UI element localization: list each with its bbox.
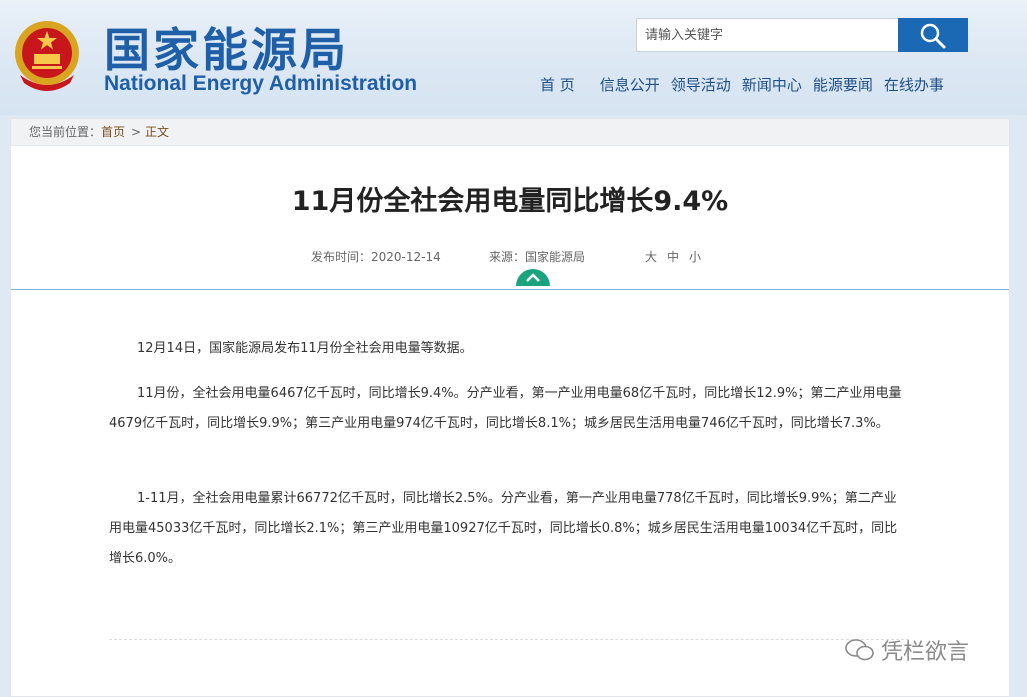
nav-energy-news[interactable]: 能源要闻 <box>813 74 873 95</box>
site-name-cn: 国家能源局 <box>104 23 349 77</box>
search-button[interactable] <box>898 18 968 52</box>
search-input[interactable] <box>636 18 908 52</box>
publish-date: 发布时间：2020-12-14 <box>311 250 441 264</box>
search-icon <box>920 23 946 49</box>
breadcrumb: 您当前位置： 首页 > 正文 <box>11 119 1009 146</box>
site-header: 国家能源局 National Energy Administration 首 页… <box>0 0 1027 115</box>
main-nav: 首 页 信息公开 领导活动 新闻中心 能源要闻 在线办事 <box>540 74 955 95</box>
article-container: 您当前位置： 首页 > 正文 11月份全社会用电量同比增长9.4% 发布时间：2… <box>10 118 1010 697</box>
article-paragraph: 12月14日，国家能源局发布11月份全社会用电量等数据。 <box>137 341 473 356</box>
nav-leadership[interactable]: 领导活动 <box>671 74 731 95</box>
font-size-small[interactable]: 小 <box>689 248 701 265</box>
breadcrumb-home[interactable]: 首页 <box>101 119 125 145</box>
search-box <box>636 18 968 52</box>
chevron-up-icon <box>526 273 540 282</box>
breadcrumb-prefix: 您当前位置： <box>29 125 102 139</box>
article-source: 来源：国家能源局 <box>489 250 586 264</box>
site-name-en: National Energy Administration <box>104 72 418 95</box>
nav-info-disclosure[interactable]: 信息公开 <box>600 74 660 95</box>
content-bottom-divider <box>109 639 909 640</box>
article-title: 11月份全社会用电量同比增长9.4% <box>291 186 729 218</box>
font-size-medium[interactable]: 中 <box>667 248 679 265</box>
watermark-text: 凭栏欲言 <box>881 640 970 665</box>
breadcrumb-current: 正文 <box>145 125 170 139</box>
watermark: 凭栏欲言 <box>845 634 969 666</box>
nav-home[interactable]: 首 页 <box>540 74 575 95</box>
font-size-large[interactable]: 大 <box>645 248 657 265</box>
article-paragraph: 1-11月，全社会用电量累计66772亿千瓦时，同比增长2.5%。分产业看，第一… <box>109 491 898 566</box>
wechat-icon <box>845 639 874 661</box>
collapse-toggle[interactable] <box>516 269 550 286</box>
nav-online-services[interactable]: 在线办事 <box>884 74 944 95</box>
header-divider <box>11 289 1009 290</box>
nav-news-center[interactable]: 新闻中心 <box>742 74 802 95</box>
article-paragraph: 11月份，全社会用电量6467亿千瓦时，同比增长9.4%。分产业看，第一产业用电… <box>109 386 902 431</box>
breadcrumb-separator: > <box>131 125 142 139</box>
national-emblem-icon <box>15 21 79 91</box>
